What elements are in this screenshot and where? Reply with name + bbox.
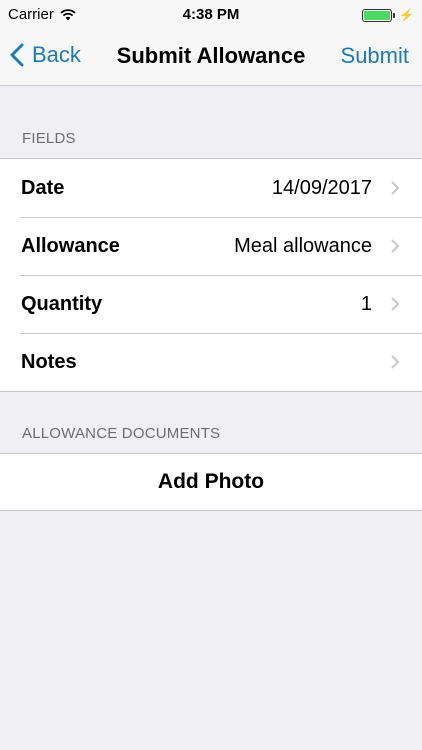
quantity-row[interactable]: Quantity 1 <box>0 275 422 333</box>
fields-group: Date 14/09/2017 Allowance Meal allowance… <box>0 158 422 392</box>
date-row[interactable]: Date 14/09/2017 <box>0 159 422 217</box>
allowance-value: Meal allowance <box>234 234 372 257</box>
chevron-right-icon <box>391 297 400 311</box>
clock: 4:38 PM <box>182 6 240 23</box>
fields-section-header: FIELDS <box>22 130 76 147</box>
chevron-right-icon <box>391 181 400 195</box>
date-label: Date <box>21 176 65 199</box>
documents-group: Add Photo <box>0 453 422 511</box>
chevron-right-icon <box>391 239 400 253</box>
date-value: 14/09/2017 <box>271 176 372 199</box>
battery-icon: ⚡ <box>362 8 414 22</box>
notes-row[interactable]: Notes <box>0 333 422 391</box>
quantity-value: 1 <box>360 292 372 315</box>
quantity-label: Quantity <box>21 292 103 315</box>
back-button[interactable]: Back <box>10 42 81 68</box>
documents-section-header: ALLOWANCE DOCUMENTS <box>22 425 221 442</box>
notes-label: Notes <box>21 350 77 373</box>
navigation-bar: Back Submit Allowance Submit <box>0 30 422 86</box>
add-photo-button[interactable]: Add Photo <box>0 454 422 510</box>
status-bar: Carrier 4:38 PM ⚡ <box>0 0 422 30</box>
chevron-right-icon <box>391 355 400 369</box>
charging-bolt-icon: ⚡ <box>399 8 414 22</box>
submit-button[interactable]: Submit <box>341 43 409 69</box>
allowance-label: Allowance <box>21 234 120 257</box>
chevron-left-icon <box>10 43 24 67</box>
allowance-row[interactable]: Allowance Meal allowance <box>0 217 422 275</box>
back-button-label: Back <box>32 42 81 67</box>
